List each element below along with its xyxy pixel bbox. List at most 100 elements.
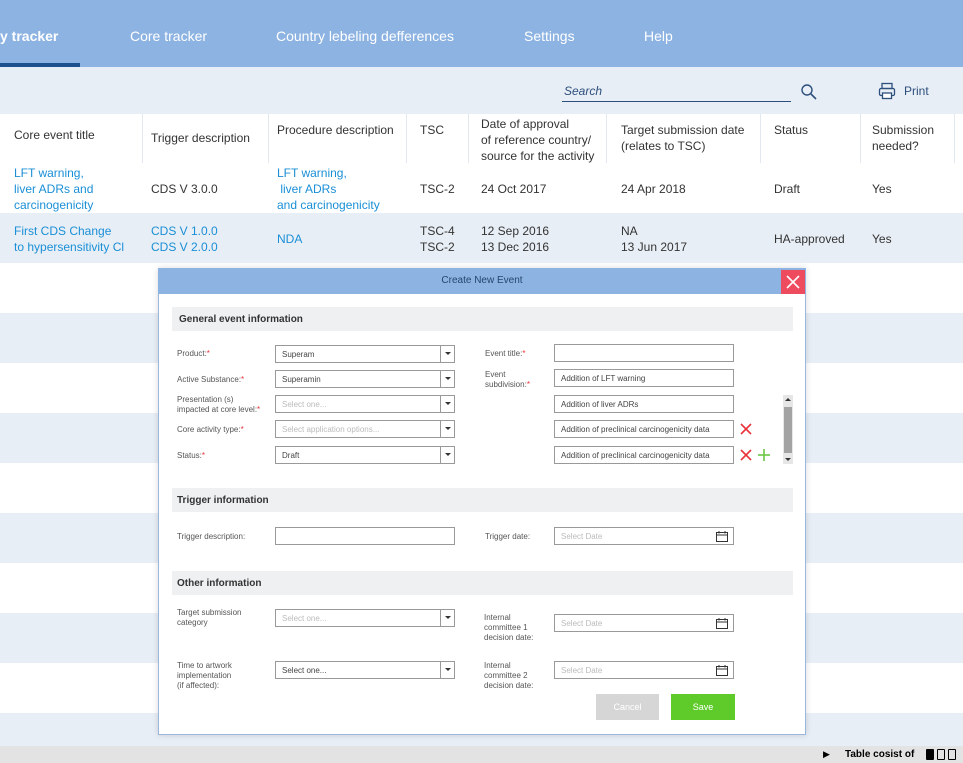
- scroll-down-icon[interactable]: [785, 458, 791, 461]
- table-count-label: Table cosist of: [845, 749, 915, 760]
- time-to-artwork-select[interactable]: Select one...: [275, 661, 455, 679]
- status-select[interactable]: Draft: [275, 446, 455, 464]
- event-subdivision-label: Event subdivision:*: [485, 370, 530, 389]
- column-header-core-event-title[interactable]: Core event title: [14, 127, 95, 143]
- tsc-value: TSC-4 TSC-2: [420, 224, 455, 254]
- remove-icon[interactable]: [739, 422, 753, 436]
- chevron-down-icon: [445, 402, 451, 405]
- core-event-title-link[interactable]: LFT warning, liver ADRs and carcinogenicit…: [14, 165, 93, 213]
- product-label: Product:*: [177, 349, 210, 358]
- top-navigation: y tracker Core tracker Country lebeling …: [0, 0, 963, 67]
- status-label: Status:*: [177, 451, 206, 460]
- column-divider: [468, 114, 469, 163]
- scrollbar-thumb[interactable]: [784, 407, 792, 453]
- date-of-approval-value: 24 Oct 2017: [481, 182, 547, 196]
- scroll-up-icon[interactable]: [785, 398, 791, 401]
- submission-needed-value: Yes: [872, 232, 892, 246]
- chevron-down-icon: [445, 377, 451, 380]
- trigger-description-label: Trigger description:: [177, 532, 246, 541]
- section-header-other: [172, 571, 793, 595]
- section-title-other: Other information: [177, 578, 262, 589]
- column-header-tsc[interactable]: TSC: [420, 122, 444, 138]
- section-title-general: General event information: [179, 314, 303, 325]
- page-indicator-icon[interactable]: [948, 749, 956, 760]
- tab-country-tracker[interactable]: y tracker: [0, 28, 58, 44]
- column-header-trigger-description[interactable]: Trigger description: [151, 130, 250, 146]
- print-icon[interactable]: [878, 82, 896, 100]
- committee-2-date-picker[interactable]: Select Date: [554, 661, 734, 679]
- date-of-approval-value: 12 Sep 2016 13 Dec 2016: [481, 224, 550, 254]
- submission-needed-value: Yes: [872, 182, 892, 196]
- core-event-title-link[interactable]: First CDS Change to hypersensitivity Cl: [14, 223, 124, 255]
- procedure-description-link[interactable]: LFT warning, liver ADRs and carcinogenici…: [277, 165, 380, 213]
- chevron-down-icon: [445, 453, 451, 456]
- event-subdivision-input[interactable]: Addition of preclinical carcinogenicity …: [554, 420, 734, 438]
- close-button[interactable]: [781, 270, 805, 294]
- column-divider: [606, 114, 607, 163]
- calendar-icon: [716, 665, 728, 676]
- active-substance-label: Active Substance:*: [177, 375, 245, 384]
- page-indicator-icon[interactable]: [937, 749, 945, 760]
- column-divider: [954, 114, 955, 163]
- committee-1-decision-date-label: Internal committee 1 decision date:: [484, 613, 534, 642]
- event-title-input[interactable]: [554, 344, 734, 362]
- tab-help[interactable]: Help: [644, 28, 673, 44]
- event-title-label: Event title:*: [485, 349, 526, 358]
- target-submission-category-select[interactable]: Select one...: [275, 609, 455, 627]
- save-button[interactable]: Save: [671, 694, 735, 720]
- column-divider: [268, 114, 269, 163]
- chevron-down-icon: [445, 616, 451, 619]
- trigger-date-label: Trigger date:: [485, 532, 531, 541]
- product-select[interactable]: Superam: [275, 345, 455, 363]
- page-indicator-icon[interactable]: [926, 749, 934, 760]
- trigger-date-picker[interactable]: Select Date: [554, 527, 734, 545]
- column-divider: [406, 114, 407, 163]
- expand-arrow-icon[interactable]: ▶: [823, 749, 830, 760]
- search-input[interactable]: Search: [564, 84, 602, 98]
- table-footer: [0, 746, 963, 763]
- time-to-artwork-label: Time to artwork implementation (if affec…: [177, 661, 232, 690]
- close-icon: [786, 275, 800, 289]
- dialog-title: Create New Event: [441, 275, 523, 286]
- section-title-trigger: Trigger information: [177, 495, 269, 506]
- trigger-description: CDS V 3.0.0: [151, 182, 218, 196]
- column-header-submission-needed[interactable]: Submission needed?: [872, 122, 934, 154]
- event-subdivision-input[interactable]: Addition of liver ADRs: [554, 395, 734, 413]
- calendar-icon: [716, 531, 728, 542]
- core-activity-type-select[interactable]: Select application options...: [275, 420, 455, 438]
- column-divider: [760, 114, 761, 163]
- procedure-description-link[interactable]: NDA: [277, 231, 302, 247]
- cancel-button[interactable]: Cancel: [596, 694, 659, 720]
- trigger-description-link[interactable]: CDS V 1.0.0 CDS V 2.0.0: [151, 223, 218, 255]
- column-header-status[interactable]: Status: [774, 122, 808, 138]
- presentation-label: Presentation (s) impacted at core level:…: [177, 395, 261, 414]
- chevron-down-icon: [445, 352, 451, 355]
- column-divider: [142, 114, 143, 163]
- presentation-select[interactable]: Select one...: [275, 395, 455, 413]
- trigger-description-input[interactable]: [275, 527, 455, 545]
- print-button[interactable]: Print: [904, 84, 929, 98]
- add-icon[interactable]: [757, 448, 771, 462]
- column-header-target-submission-date[interactable]: Target submission date (relates to TSC): [621, 122, 744, 154]
- calendar-icon: [716, 618, 728, 629]
- event-subdivision-input[interactable]: Addition of preclinical carcinogenicity …: [554, 446, 734, 464]
- committee-1-date-picker[interactable]: Select Date: [554, 614, 734, 632]
- column-divider: [860, 114, 861, 163]
- chevron-down-icon: [445, 668, 451, 671]
- column-header-date-of-approval[interactable]: Date of approval of reference country/sou…: [481, 116, 594, 164]
- column-header-procedure-description[interactable]: Procedure description: [277, 122, 394, 138]
- tab-core-tracker[interactable]: Core tracker: [130, 28, 207, 44]
- toolbar: [0, 67, 963, 114]
- core-activity-type-label: Core activity type:*: [177, 425, 244, 434]
- event-subdivision-input[interactable]: Addition of LFT warning: [554, 369, 734, 387]
- search-underline: [562, 101, 791, 102]
- target-submission-date-value: 24 Apr 2018: [621, 182, 686, 196]
- active-substance-select[interactable]: Superamin: [275, 370, 455, 388]
- search-icon[interactable]: [800, 83, 818, 101]
- tab-country-labeling-differences[interactable]: Country lebeling defferences: [276, 28, 454, 44]
- remove-icon[interactable]: [739, 448, 753, 462]
- tab-settings[interactable]: Settings: [524, 28, 575, 44]
- chevron-down-icon: [445, 427, 451, 430]
- target-submission-date-value: NA 13 Jun 2017: [621, 224, 688, 254]
- tsc-value: TSC-2: [420, 182, 455, 196]
